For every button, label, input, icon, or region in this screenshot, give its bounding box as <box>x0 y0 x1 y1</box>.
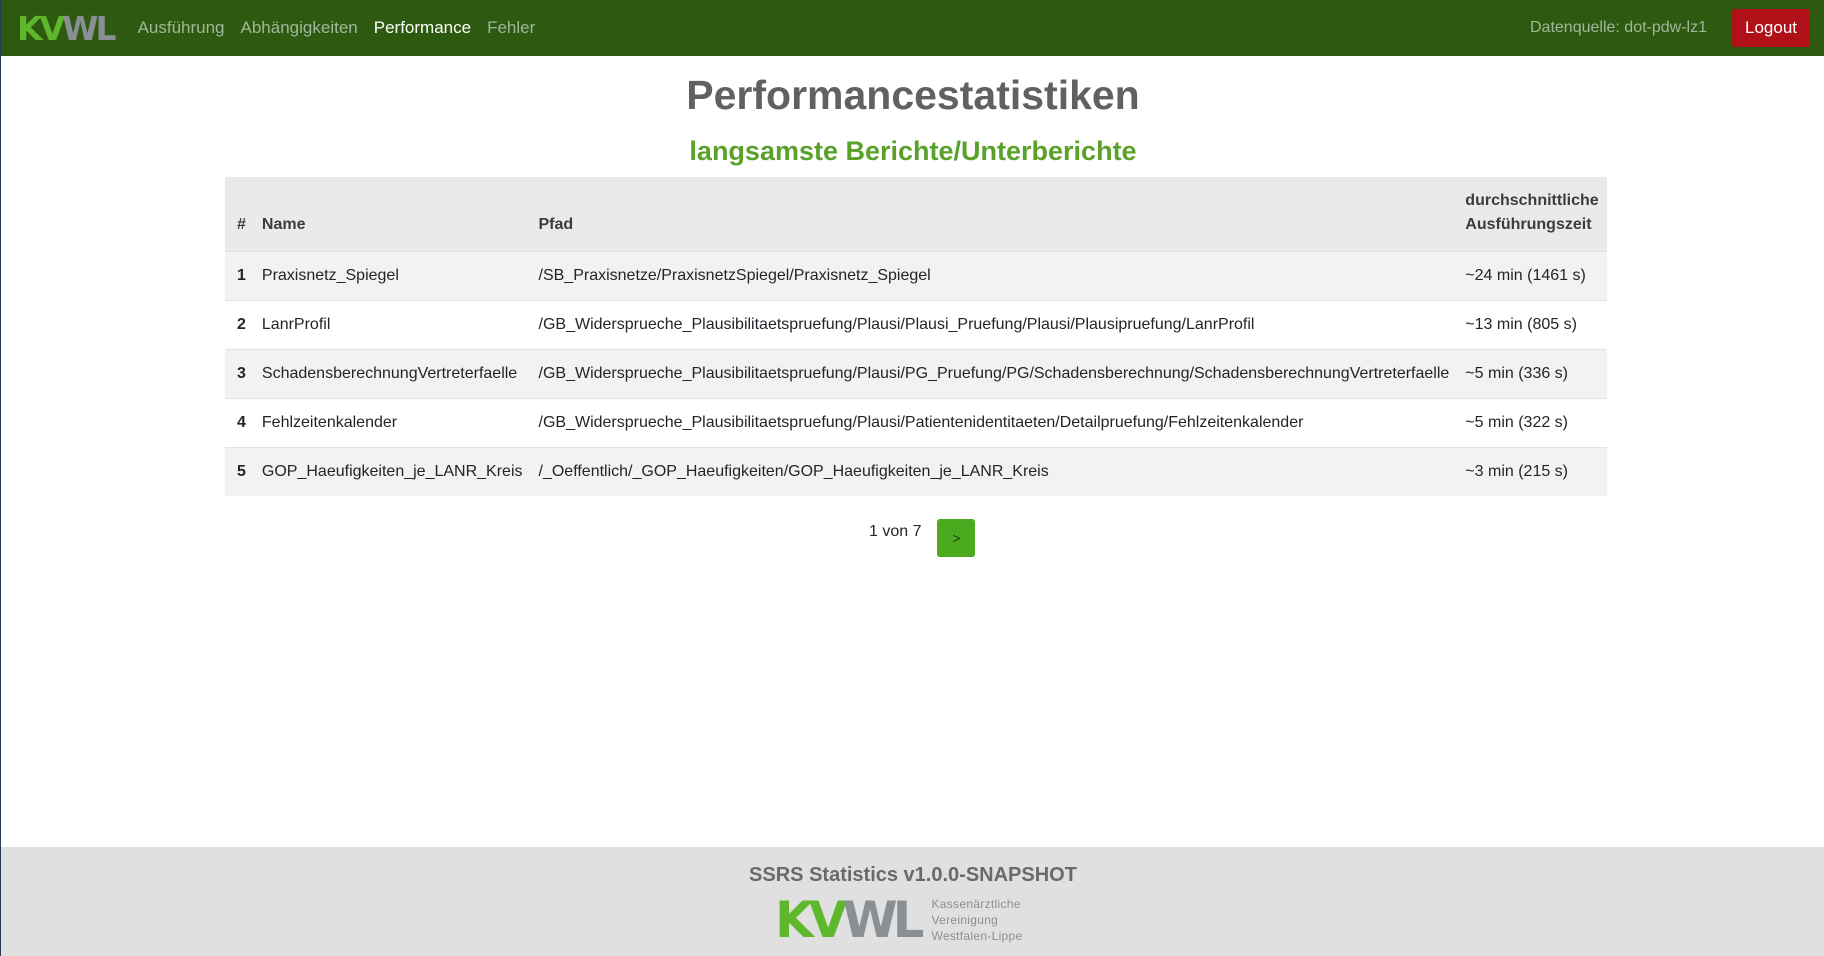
kvwl-logo[interactable]: KV WL <box>17 0 117 56</box>
row-num: 4 <box>237 413 246 431</box>
row-path: /GB_Widersprueche_Plausibilitaetspruefun… <box>538 315 1255 333</box>
footer-app-version: SSRS Statistics v1.0.0-SNAPSHOT <box>749 864 1077 886</box>
footer-org-line2: Vereinigung <box>931 913 999 927</box>
row-num: 5 <box>237 462 246 480</box>
footer-org-line3: Westfalen-Lippe <box>931 929 1023 943</box>
header-name: Name <box>261 215 306 233</box>
page-info: 1 von 7 <box>869 523 922 540</box>
performance-table-wrapper: # Name Pfad durchschnittliche Ausführung… <box>225 177 1607 496</box>
row-path: /_Oeffentlich/_GOP_Haeufigkeiten/GOP_Hae… <box>538 462 1049 480</box>
performance-table: # Name Pfad durchschnittliche Ausführung… <box>225 177 1607 496</box>
row-name: SchadensberechnungVertreterfaelle <box>261 364 518 382</box>
logout-button[interactable]: Logout <box>1732 9 1810 47</box>
logo-wl: WL <box>62 8 116 48</box>
table-row: 5 GOP_Haeufigkeiten_je_LANR_Kreis /_Oeff… <box>225 447 1607 496</box>
row-name: GOP_Haeufigkeiten_je_LANR_Kreis <box>261 462 523 480</box>
row-time: ~24 min (1461 s) <box>1465 266 1586 284</box>
table-row: 2 LanrProfil /GB_Widersprueche_Plausibil… <box>225 300 1607 349</box>
pagination: 1 von 7 > <box>869 519 976 557</box>
row-name: Praxisnetz_Spiegel <box>261 266 399 284</box>
row-path: /GB_Widersprueche_Plausibilitaetspruefun… <box>538 413 1304 431</box>
nav-right: Datenquelle: dot-pdw-lz1 Logout <box>1530 0 1810 56</box>
footer-kvwl-logo: KVWL Kassenärztliche Vereinigung Westfal… <box>775 895 1022 945</box>
logo-kv: KV <box>17 8 65 48</box>
header-avg-time-line2: Ausführungszeit <box>1465 215 1592 233</box>
row-name: LanrProfil <box>261 315 331 333</box>
footer: SSRS Statistics v1.0.0-SNAPSHOT KVWL Kas… <box>1 847 1824 956</box>
footer-logo-wl: WL <box>842 891 924 949</box>
nav-item-ausfuehrung[interactable]: Ausführung <box>138 18 225 38</box>
header-num: # <box>237 215 246 233</box>
header-path: Pfad <box>538 215 574 233</box>
footer-org-name: Kassenärztliche Vereinigung Westfalen-Li… <box>931 896 1022 944</box>
nav-item-fehler[interactable]: Fehler <box>487 18 535 38</box>
top-navbar: KV WL Ausführung Abhängigkeiten Performan… <box>1 0 1824 56</box>
table-row: 1 Praxisnetz_Spiegel /SB_Praxisnetze/Pra… <box>225 251 1607 300</box>
nav-links: Ausführung Abhängigkeiten Performance Fe… <box>138 18 552 38</box>
row-path: /SB_Praxisnetze/PraxisnetzSpiegel/Praxis… <box>538 266 931 284</box>
table-header-row: # Name Pfad durchschnittliche Ausführung… <box>225 177 1607 251</box>
header-avg-time-line1: durchschnittliche <box>1465 191 1599 209</box>
row-time: ~5 min (336 s) <box>1465 364 1569 382</box>
next-page-button[interactable]: > <box>937 519 976 557</box>
page-title: Performancestatistiken <box>686 72 1140 118</box>
footer-org-line1: Kassenärztliche <box>931 897 1021 911</box>
nav-item-abhaengigkeiten[interactable]: Abhängigkeiten <box>241 18 358 38</box>
table-row: 3 SchadensberechnungVertreterfaelle /GB_… <box>225 349 1607 398</box>
row-time: ~5 min (322 s) <box>1465 413 1569 431</box>
footer-logo-mark: KVWL <box>775 895 924 945</box>
row-time: ~13 min (805 s) <box>1465 315 1577 333</box>
row-num: 3 <box>237 364 246 382</box>
row-num: 2 <box>237 315 246 333</box>
row-num: 1 <box>237 266 246 284</box>
table-row: 4 Fehlzeitenkalender /GB_Widersprueche_P… <box>225 398 1607 447</box>
row-path: /GB_Widersprueche_Plausibilitaetspruefun… <box>538 364 1450 382</box>
table-body: 1 Praxisnetz_Spiegel /SB_Praxisnetze/Pra… <box>225 251 1607 496</box>
row-name: Fehlzeitenkalender <box>261 413 398 431</box>
datasource-label: Datenquelle: dot-pdw-lz1 <box>1530 19 1707 36</box>
section-title: langsamste Berichte/Unterberichte <box>689 136 1137 166</box>
header-avg-time: durchschnittliche Ausführungszeit <box>1457 177 1606 251</box>
row-time: ~3 min (215 s) <box>1465 462 1569 480</box>
footer-logo-kv: KV <box>775 891 847 949</box>
nav-item-performance[interactable]: Performance <box>374 18 471 38</box>
table-header: # Name Pfad durchschnittliche Ausführung… <box>225 177 1607 251</box>
